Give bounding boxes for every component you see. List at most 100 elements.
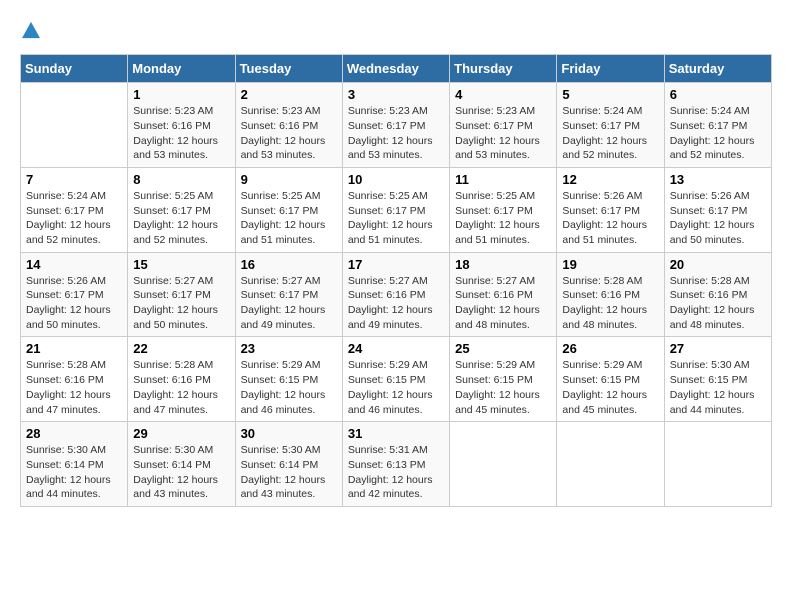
calendar-cell: 16 Sunrise: 5:27 AM Sunset: 6:17 PM Dayli… [235, 252, 342, 337]
day-info: Sunrise: 5:28 AM Sunset: 6:16 PM Dayligh… [562, 274, 658, 333]
day-info: Sunrise: 5:23 AM Sunset: 6:16 PM Dayligh… [133, 104, 229, 163]
page-header [20, 20, 772, 44]
day-number: 11 [455, 172, 551, 187]
calendar-week-row: 14Sunrise: 5:26 AM Sunset: 6:17 PM Dayli… [21, 252, 772, 337]
day-info: Sunrise: 5:30 AM Sunset: 6:14 PM Dayligh… [26, 443, 122, 502]
day-number: 7 [26, 172, 122, 187]
day-number: 13 [670, 172, 766, 187]
day-info: Sunrise: 5:29 AM Sunset: 6:15 PM Dayligh… [562, 358, 658, 417]
calendar-cell: 14Sunrise: 5:26 AM Sunset: 6:17 PM Dayli… [21, 252, 128, 337]
day-number: 8 [133, 172, 229, 187]
day-number: 16 [241, 257, 337, 272]
day-number: 5 [562, 87, 658, 102]
day-info: Sunrise: 5:27 AM Sunset: 6:16 PM Dayligh… [348, 274, 444, 333]
day-number: 29 [133, 426, 229, 441]
calendar-cell: 15Sunrise: 5:27 AM Sunset: 6:17 PM Dayli… [128, 252, 235, 337]
day-number: 19 [562, 257, 658, 272]
day-number: 27 [670, 341, 766, 356]
calendar-cell: 6 Sunrise: 5:24 AM Sunset: 6:17 PM Daylig… [664, 83, 771, 168]
column-header-friday: Friday [557, 55, 664, 83]
calendar-cell: 21 Sunrise: 5:28 AM Sunset: 6:16 PM Dayli… [21, 337, 128, 422]
calendar-cell: 19 Sunrise: 5:28 AM Sunset: 6:16 PM Dayli… [557, 252, 664, 337]
calendar-cell: 25 Sunrise: 5:29 AM Sunset: 6:15 PM Dayli… [450, 337, 557, 422]
day-info: Sunrise: 5:25 AM Sunset: 6:17 PM Dayligh… [241, 189, 337, 248]
calendar-cell: 30Sunrise: 5:30 AM Sunset: 6:14 PM Dayli… [235, 422, 342, 507]
calendar-cell: 3 Sunrise: 5:23 AM Sunset: 6:17 PM Daylig… [342, 83, 449, 168]
day-number: 10 [348, 172, 444, 187]
day-number: 20 [670, 257, 766, 272]
calendar-table: SundayMondayTuesdayWednesdayThursdayFrid… [20, 54, 772, 507]
day-number: 18 [455, 257, 551, 272]
day-info: Sunrise: 5:26 AM Sunset: 6:17 PM Dayligh… [562, 189, 658, 248]
calendar-cell: 28Sunrise: 5:30 AM Sunset: 6:14 PM Dayli… [21, 422, 128, 507]
column-header-saturday: Saturday [664, 55, 771, 83]
calendar-cell: 24 Sunrise: 5:29 AM Sunset: 6:15 PM Dayli… [342, 337, 449, 422]
calendar-cell: 8 Sunrise: 5:25 AM Sunset: 6:17 PM Daylig… [128, 167, 235, 252]
day-number: 24 [348, 341, 444, 356]
day-info: Sunrise: 5:26 AM Sunset: 6:17 PM Dayligh… [670, 189, 766, 248]
day-info: Sunrise: 5:24 AM Sunset: 6:17 PM Dayligh… [670, 104, 766, 163]
day-number: 2 [241, 87, 337, 102]
column-header-tuesday: Tuesday [235, 55, 342, 83]
column-header-monday: Monday [128, 55, 235, 83]
calendar-cell: 23Sunrise: 5:29 AM Sunset: 6:15 PM Dayli… [235, 337, 342, 422]
calendar-cell: 18 Sunrise: 5:27 AM Sunset: 6:16 PM Dayli… [450, 252, 557, 337]
day-number: 31 [348, 426, 444, 441]
day-number: 21 [26, 341, 122, 356]
column-header-thursday: Thursday [450, 55, 557, 83]
day-info: Sunrise: 5:29 AM Sunset: 6:15 PM Dayligh… [455, 358, 551, 417]
calendar-week-row: 21 Sunrise: 5:28 AM Sunset: 6:16 PM Dayli… [21, 337, 772, 422]
day-number: 26 [562, 341, 658, 356]
day-number: 30 [241, 426, 337, 441]
calendar-week-row: 1 Sunrise: 5:23 AM Sunset: 6:16 PM Daylig… [21, 83, 772, 168]
column-header-wednesday: Wednesday [342, 55, 449, 83]
logo [20, 20, 40, 44]
calendar-week-row: 28Sunrise: 5:30 AM Sunset: 6:14 PM Dayli… [21, 422, 772, 507]
day-info: Sunrise: 5:29 AM Sunset: 6:15 PM Dayligh… [348, 358, 444, 417]
calendar-cell [21, 83, 128, 168]
calendar-cell: 22Sunrise: 5:28 AM Sunset: 6:16 PM Dayli… [128, 337, 235, 422]
calendar-cell: 29 Sunrise: 5:30 AM Sunset: 6:14 PM Dayli… [128, 422, 235, 507]
day-info: Sunrise: 5:23 AM Sunset: 6:17 PM Dayligh… [348, 104, 444, 163]
day-number: 25 [455, 341, 551, 356]
day-number: 15 [133, 257, 229, 272]
day-info: Sunrise: 5:24 AM Sunset: 6:17 PM Dayligh… [562, 104, 658, 163]
day-number: 17 [348, 257, 444, 272]
day-info: Sunrise: 5:24 AM Sunset: 6:17 PM Dayligh… [26, 189, 122, 248]
column-header-sunday: Sunday [21, 55, 128, 83]
calendar-header-row: SundayMondayTuesdayWednesdayThursdayFrid… [21, 55, 772, 83]
calendar-week-row: 7 Sunrise: 5:24 AM Sunset: 6:17 PM Daylig… [21, 167, 772, 252]
calendar-cell: 26 Sunrise: 5:29 AM Sunset: 6:15 PM Dayli… [557, 337, 664, 422]
calendar-cell: 9Sunrise: 5:25 AM Sunset: 6:17 PM Daylig… [235, 167, 342, 252]
day-info: Sunrise: 5:28 AM Sunset: 6:16 PM Dayligh… [670, 274, 766, 333]
calendar-cell: 27 Sunrise: 5:30 AM Sunset: 6:15 PM Dayli… [664, 337, 771, 422]
day-info: Sunrise: 5:27 AM Sunset: 6:16 PM Dayligh… [455, 274, 551, 333]
calendar-cell [450, 422, 557, 507]
logo-text [20, 20, 40, 44]
day-number: 3 [348, 87, 444, 102]
day-info: Sunrise: 5:25 AM Sunset: 6:17 PM Dayligh… [348, 189, 444, 248]
calendar-cell: 31 Sunrise: 5:31 AM Sunset: 6:13 PM Dayli… [342, 422, 449, 507]
calendar-cell: 20 Sunrise: 5:28 AM Sunset: 6:16 PM Dayli… [664, 252, 771, 337]
day-number: 23 [241, 341, 337, 356]
day-info: Sunrise: 5:30 AM Sunset: 6:15 PM Dayligh… [670, 358, 766, 417]
day-info: Sunrise: 5:31 AM Sunset: 6:13 PM Dayligh… [348, 443, 444, 502]
calendar-cell: 5 Sunrise: 5:24 AM Sunset: 6:17 PM Daylig… [557, 83, 664, 168]
calendar-cell: 1 Sunrise: 5:23 AM Sunset: 6:16 PM Daylig… [128, 83, 235, 168]
day-number: 22 [133, 341, 229, 356]
day-number: 6 [670, 87, 766, 102]
calendar-cell: 10 Sunrise: 5:25 AM Sunset: 6:17 PM Dayli… [342, 167, 449, 252]
day-info: Sunrise: 5:27 AM Sunset: 6:17 PM Dayligh… [241, 274, 337, 333]
day-info: Sunrise: 5:23 AM Sunset: 6:16 PM Dayligh… [241, 104, 337, 163]
day-number: 1 [133, 87, 229, 102]
day-info: Sunrise: 5:30 AM Sunset: 6:14 PM Dayligh… [133, 443, 229, 502]
calendar-cell: 4Sunrise: 5:23 AM Sunset: 6:17 PM Daylig… [450, 83, 557, 168]
calendar-cell: 12Sunrise: 5:26 AM Sunset: 6:17 PM Dayli… [557, 167, 664, 252]
day-info: Sunrise: 5:26 AM Sunset: 6:17 PM Dayligh… [26, 274, 122, 333]
day-info: Sunrise: 5:25 AM Sunset: 6:17 PM Dayligh… [133, 189, 229, 248]
day-info: Sunrise: 5:23 AM Sunset: 6:17 PM Dayligh… [455, 104, 551, 163]
calendar-cell [557, 422, 664, 507]
calendar-cell: 7 Sunrise: 5:24 AM Sunset: 6:17 PM Daylig… [21, 167, 128, 252]
day-info: Sunrise: 5:28 AM Sunset: 6:16 PM Dayligh… [26, 358, 122, 417]
calendar-cell: 17 Sunrise: 5:27 AM Sunset: 6:16 PM Dayli… [342, 252, 449, 337]
